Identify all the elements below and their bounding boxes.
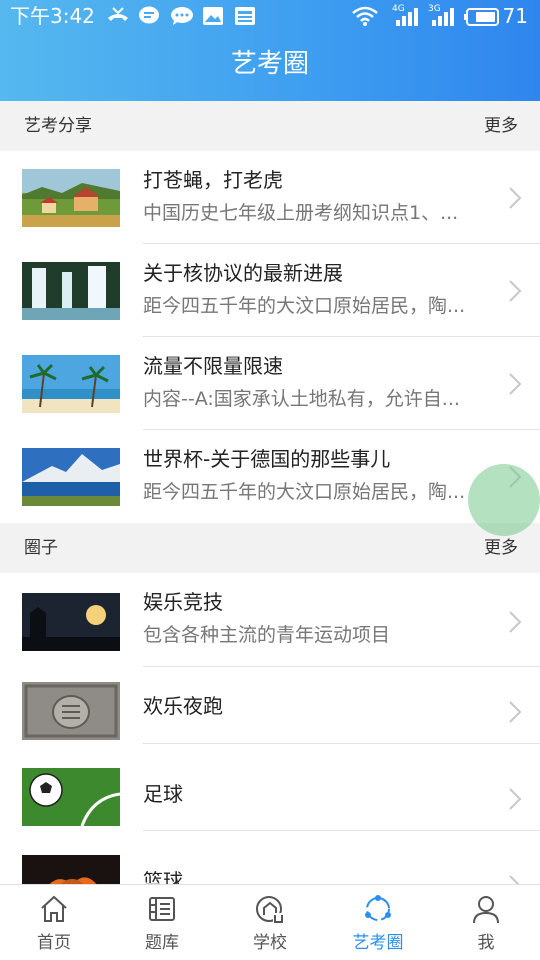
section-title: 圈子 [24,538,58,558]
tab-label: 题库 [145,933,179,953]
person-icon [473,896,499,924]
status-time: 下午3:42 [10,4,95,28]
thumbnail-waterfall [22,262,120,320]
list-item[interactable]: 世界杯-关于德国的那些事儿 距今四五千年的大汶口原始居民，陶... [0,430,540,523]
item-subtitle: 包含各种主流的青年运动项目 [143,624,391,646]
item-subtitle: 内容--A:国家承认土地私有，允许自... [143,388,460,410]
tab-home[interactable]: 首页 [0,885,108,960]
news-icon [235,7,255,25]
chevron-right-icon [509,280,522,302]
item-title: 篮球 [143,869,183,884]
status-bar: 下午3:42 4G 3G 71 [0,0,540,32]
battery-icon [464,8,499,26]
tab-art-circle[interactable]: 艺考圈 [324,885,432,960]
share-circle-icon [365,895,391,921]
chevron-right-icon [509,788,522,810]
thumbnail-soccer-ball [22,768,120,826]
item-subtitle: 距今四五千年的大汶口原始居民，陶... [143,295,466,317]
thumbnail-village-painting [22,169,120,227]
thumbnail-basketball-fire [22,855,120,884]
signal-strength-icon-2 [432,8,454,26]
missed-call-icon [108,7,128,21]
thumbnail-stone-carving [22,682,120,740]
home-icon [41,895,67,922]
item-subtitle: 距今四五千年的大汶口原始居民，陶... [143,481,466,503]
bottom-tab-bar: 首页 题库 学校 艺考圈 我 [0,884,540,960]
thumbnail-sunset-silhouette [22,593,120,651]
chevron-right-icon [509,701,522,723]
list-item[interactable]: 足球 [0,744,540,831]
list-item[interactable]: 关于核协议的最新进展 距今四五千年的大汶口原始居民，陶... [0,244,540,337]
page-title: 艺考圈 [230,49,309,79]
thumbnail-beach-palms [22,355,120,413]
tab-label: 我 [477,933,495,953]
tab-label: 学校 [253,933,287,953]
more-button[interactable]: 更多 [484,536,518,560]
question-bank-icon [149,897,175,921]
item-title: 关于核协议的最新进展 [143,261,343,285]
school-icon [256,896,283,923]
item-title: 欢乐夜跑 [143,694,223,718]
more-button[interactable]: 更多 [484,114,518,138]
item-title: 流量不限量限速 [143,354,283,378]
chevron-right-icon [509,611,522,633]
app-header: 下午3:42 4G 3G 71 艺考圈 [0,0,540,101]
signal-strength-icon [396,8,418,26]
touch-ripple [468,464,540,536]
thumbnail-mountain-lake [22,448,120,506]
item-subtitle: 中国历史七年级上册考纲知识点1、... [143,202,459,224]
section-header-share: 艺考分享 更多 [0,101,540,151]
tab-label: 艺考圈 [352,933,404,953]
list-item[interactable]: 欢乐夜跑 [0,667,540,744]
chevron-right-icon [509,875,520,884]
tab-me[interactable]: 我 [432,885,540,960]
tab-school[interactable]: 学校 [216,885,324,960]
gallery-icon [203,7,223,25]
chat-bubble-icon [139,6,159,24]
tab-label: 首页 [37,933,71,953]
chevron-right-icon [509,373,522,395]
list-item[interactable]: 流量不限量限速 内容--A:国家承认土地私有，允许自... [0,337,540,430]
section-title: 艺考分享 [24,116,92,136]
message-icon [171,7,193,25]
item-title: 娱乐竞技 [143,590,223,614]
section-header-circle: 圈子 更多 [0,523,540,573]
wifi-icon [352,6,378,26]
item-title: 世界杯-关于德国的那些事儿 [143,447,391,471]
tab-question-bank[interactable]: 题库 [108,885,216,960]
list-item[interactable]: 篮球 [0,831,540,884]
chevron-right-icon [509,187,522,209]
item-title: 足球 [143,782,183,806]
list-item[interactable]: 打苍蝇，打老虎 中国历史七年级上册考纲知识点1、... [0,151,540,244]
battery-level: 71 [502,4,528,28]
item-title: 打苍蝇，打老虎 [143,168,283,192]
list-item[interactable]: 娱乐竞技 包含各种主流的青年运动项目 [0,573,540,667]
